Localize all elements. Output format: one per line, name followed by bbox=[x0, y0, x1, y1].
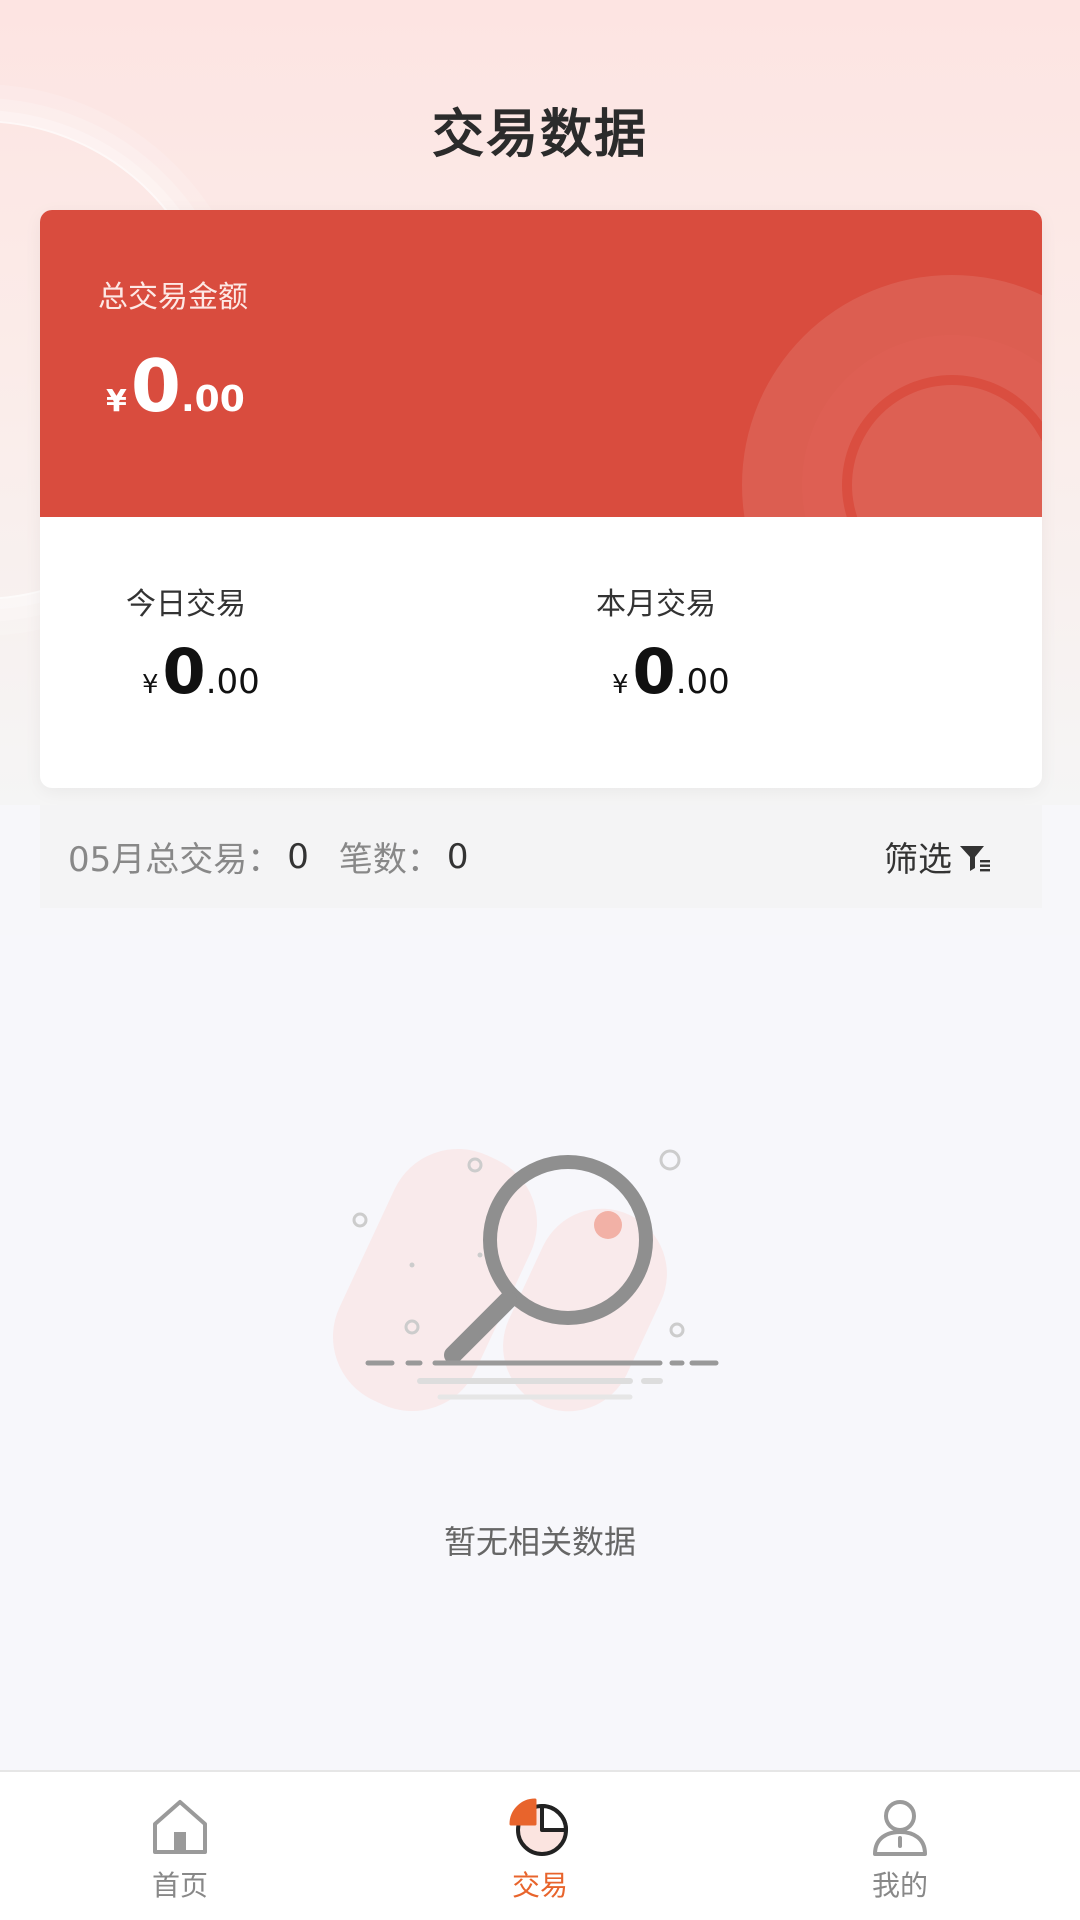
tab-transactions-label: 交易 bbox=[511, 1869, 568, 1902]
bottom-tab-bar: 首页 交易 我的 bbox=[0, 1770, 1080, 1920]
summary-card: 总交易金额 ¥ 0 .00 今日交易 ¥ 0 .00 本月交易 ¥ 0 .00 bbox=[40, 210, 1042, 788]
count-label: 笔数： bbox=[338, 840, 441, 880]
month-label: 本月交易 bbox=[596, 587, 716, 622]
tab-profile[interactable]: 我的 bbox=[720, 1772, 1080, 1920]
total-panel: 总交易金额 ¥ 0 .00 bbox=[40, 210, 1042, 517]
amount-decimal: .00 bbox=[180, 379, 245, 420]
tab-profile-label: 我的 bbox=[871, 1869, 928, 1902]
month-amount: ¥ 0 .00 bbox=[612, 641, 730, 703]
filter-icon bbox=[960, 845, 990, 871]
month-stat: 本月交易 ¥ 0 .00 bbox=[596, 579, 730, 703]
amount-integer: 0 bbox=[632, 635, 676, 708]
tab-home[interactable]: 首页 bbox=[0, 1772, 360, 1920]
period-stats: 今日交易 ¥ 0 .00 本月交易 ¥ 0 .00 bbox=[40, 517, 1042, 788]
tab-home-label: 首页 bbox=[151, 1869, 208, 1902]
page-title: 交易数据 bbox=[431, 105, 648, 165]
count-value: 0 bbox=[446, 836, 469, 877]
tab-transactions[interactable]: 交易 bbox=[360, 1772, 720, 1920]
currency-symbol: ¥ bbox=[612, 670, 629, 700]
pie-chart-icon bbox=[509, 1798, 568, 1856]
amount-integer: 0 bbox=[162, 635, 206, 708]
amount-decimal: .00 bbox=[205, 662, 260, 702]
currency-symbol: ¥ bbox=[106, 384, 127, 419]
month-total-label: 05月总交易： bbox=[68, 840, 282, 880]
total-amount-value: ¥ 0 .00 bbox=[106, 350, 245, 422]
home-icon bbox=[153, 1800, 207, 1854]
magnifier-empty-illustration bbox=[332, 1148, 719, 1412]
currency-symbol: ¥ bbox=[142, 670, 159, 700]
amount-decimal: .00 bbox=[675, 662, 730, 702]
user-icon bbox=[873, 1800, 927, 1856]
amount-integer: 0 bbox=[130, 344, 181, 428]
today-amount: ¥ 0 .00 bbox=[142, 641, 260, 703]
month-total-value: 0 bbox=[287, 836, 309, 877]
today-label: 今日交易 bbox=[126, 587, 246, 622]
total-amount-label: 总交易金额 bbox=[98, 280, 248, 315]
filter-label: 筛选 bbox=[884, 840, 952, 880]
monthly-summary-bar: 05月总交易： 0 笔数： 0 筛选 bbox=[40, 805, 1042, 908]
empty-message: 暂无相关数据 bbox=[443, 1523, 636, 1561]
empty-state: 暂无相关数据 bbox=[0, 935, 1080, 1770]
today-stat: 今日交易 ¥ 0 .00 bbox=[126, 579, 260, 703]
filter-button[interactable]: 筛选 bbox=[884, 832, 992, 881]
